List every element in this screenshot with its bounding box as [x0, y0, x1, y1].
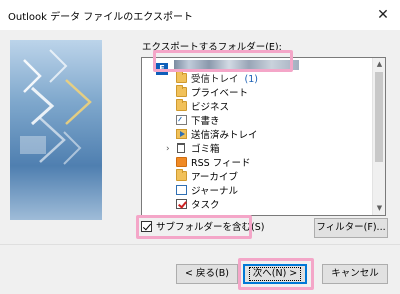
window-title: Outlook データ ファイルのエクスポート [8, 12, 193, 23]
title-bar: Outlook データ ファイルのエクスポート ✕ [0, 0, 400, 30]
tree-item-label: RSS フィード [191, 158, 251, 169]
back-button[interactable]: < 戻る(B) [176, 264, 238, 284]
tree-item-sent[interactable]: 送信済みトレイ [176, 129, 258, 143]
tree-item-tasks[interactable]: タスク [176, 199, 220, 213]
tree-item-private[interactable]: プライベート [176, 85, 249, 101]
tree-item-archive[interactable]: アーカイブ [176, 169, 238, 185]
tree-item-trash[interactable]: ゴミ箱 [176, 143, 220, 157]
tree-item-rss[interactable]: RSS フィード [176, 157, 251, 171]
highlight-next [238, 258, 314, 290]
tree-item-label: 受信トレイ [191, 74, 239, 85]
sent-folder-icon [176, 129, 187, 139]
tree-item-journal[interactable]: ジャーナル [176, 185, 238, 199]
cancel-button-label: キャンセル [331, 268, 379, 279]
wizard-illustration [10, 40, 102, 220]
expand-arrow-icon[interactable]: › [166, 144, 170, 154]
tree-item-label: ジャーナル [191, 186, 239, 197]
highlight-account [153, 50, 293, 72]
folder-icon [176, 85, 187, 97]
filter-button-label: フィルター(F)... [316, 222, 386, 233]
tree-item-label: 下書き [191, 116, 220, 127]
folder-icon [176, 71, 187, 83]
filter-button[interactable]: フィルター(F)... [314, 218, 388, 238]
unread-count: (1) [244, 74, 258, 85]
back-button-label: < 戻る(B) [185, 268, 229, 279]
tree-item-label: ゴミ箱 [191, 144, 220, 155]
tree-item-label: 送信済みトレイ [191, 130, 258, 141]
drafts-icon [176, 115, 187, 125]
tree-item-inbox[interactable]: 受信トレイ (1) [176, 71, 258, 87]
trash-icon [177, 143, 185, 153]
tree-item-drafts[interactable]: 下書き [176, 115, 220, 129]
highlight-subfolders [136, 215, 252, 239]
folder-tree[interactable]: E 受信トレイ (1) プライベート ビジネス 下書き 送信済みトレイ › ゴミ箱… [141, 57, 386, 216]
scroll-down-icon[interactable]: ▼ [375, 204, 384, 213]
button-separator [0, 244, 400, 245]
rss-icon [176, 157, 187, 167]
folder-icon [176, 169, 187, 181]
tree-scrollbar[interactable]: ▲ ▼ [372, 58, 385, 215]
task-icon [176, 199, 187, 209]
scroll-thumb[interactable] [375, 72, 383, 162]
tree-item-label: ビジネス [191, 102, 230, 113]
arrows-illustration-icon [20, 49, 92, 165]
close-icon: ✕ [377, 7, 389, 23]
tree-item-label: タスク [191, 200, 220, 211]
scroll-up-icon[interactable]: ▲ [375, 60, 384, 69]
tree-item-label: プライベート [191, 88, 249, 99]
cancel-button[interactable]: キャンセル [322, 264, 388, 284]
close-button[interactable]: ✕ [366, 0, 400, 30]
journal-icon [176, 185, 187, 195]
folder-icon [176, 99, 187, 111]
tree-item-label: アーカイブ [191, 172, 238, 183]
dialog-body: エクスポートするフォルダー(E): E 受信トレイ (1) プライベート ビジネス… [0, 30, 400, 294]
tree-item-business[interactable]: ビジネス [176, 99, 230, 115]
